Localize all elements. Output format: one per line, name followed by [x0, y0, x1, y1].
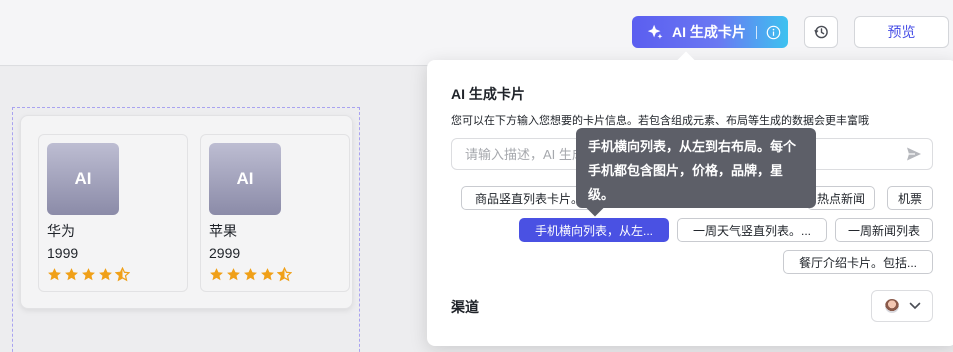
- history-button[interactable]: [804, 16, 838, 48]
- product-item[interactable]: AI 华为 1999: [38, 134, 188, 292]
- suggestion-chip[interactable]: 餐厅介绍卡片。包括...: [783, 250, 933, 274]
- suggestion-chip[interactable]: 热点新闻: [807, 186, 875, 210]
- suggestion-chip[interactable]: 一周天气竖直列表。...: [677, 218, 827, 242]
- ai-button-label: AI 生成卡片: [672, 24, 746, 40]
- star-icon: [210, 268, 223, 281]
- half-star-icon: [115, 267, 130, 282]
- send-icon[interactable]: [906, 146, 922, 162]
- half-star-icon: [277, 267, 292, 282]
- suggestion-chip[interactable]: 机票: [887, 186, 933, 210]
- sparkle-icon: [647, 24, 663, 39]
- channel-select[interactable]: [871, 290, 933, 322]
- panel-title: AI 生成卡片: [451, 86, 525, 102]
- panel-description: 您可以在下方输入您想要的卡片信息。若包含组成元素、布局等生成的数据会更丰富哦: [451, 115, 869, 127]
- star-icon: [261, 268, 274, 281]
- star-icon: [82, 268, 95, 281]
- ai-generate-card-button[interactable]: AI 生成卡片: [632, 16, 788, 48]
- chevron-down-icon: [909, 302, 921, 310]
- tooltip-text: 手机横向列表，从左到右布局。每个手机都包含图片，价格，品牌，星级。: [588, 139, 797, 202]
- star-icon: [227, 268, 240, 281]
- star-rating: [209, 267, 292, 282]
- button-divider: [755, 25, 757, 39]
- product-item[interactable]: AI 苹果 2999: [200, 134, 350, 292]
- product-price: 1999: [47, 245, 79, 261]
- top-toolbar: AI 生成卡片 预览: [0, 0, 953, 66]
- preview-button[interactable]: 预览: [854, 16, 949, 48]
- suggestion-chip-selected[interactable]: 手机横向列表，从左...: [519, 218, 669, 242]
- product-price: 2999: [209, 245, 241, 261]
- product-image: AI: [47, 143, 119, 215]
- history-icon: [814, 25, 828, 39]
- product-brand: 华为: [47, 223, 75, 239]
- product-image: AI: [209, 143, 281, 215]
- star-icon: [99, 268, 112, 281]
- chip-tooltip: 手机横向列表，从左到右布局。每个手机都包含图片，价格，品牌，星级。: [576, 128, 816, 217]
- avatar-icon: [885, 299, 899, 313]
- star-icon: [65, 268, 78, 281]
- channel-label: 渠道: [451, 299, 479, 315]
- star-icon: [244, 268, 257, 281]
- product-card[interactable]: AI 华为 1999 AI 苹果 2999: [20, 115, 353, 309]
- star-rating: [47, 267, 130, 282]
- product-brand: 苹果: [209, 223, 237, 239]
- info-icon[interactable]: [766, 25, 781, 40]
- star-icon: [48, 268, 61, 281]
- suggestion-chip[interactable]: 一周新闻列表: [835, 218, 933, 242]
